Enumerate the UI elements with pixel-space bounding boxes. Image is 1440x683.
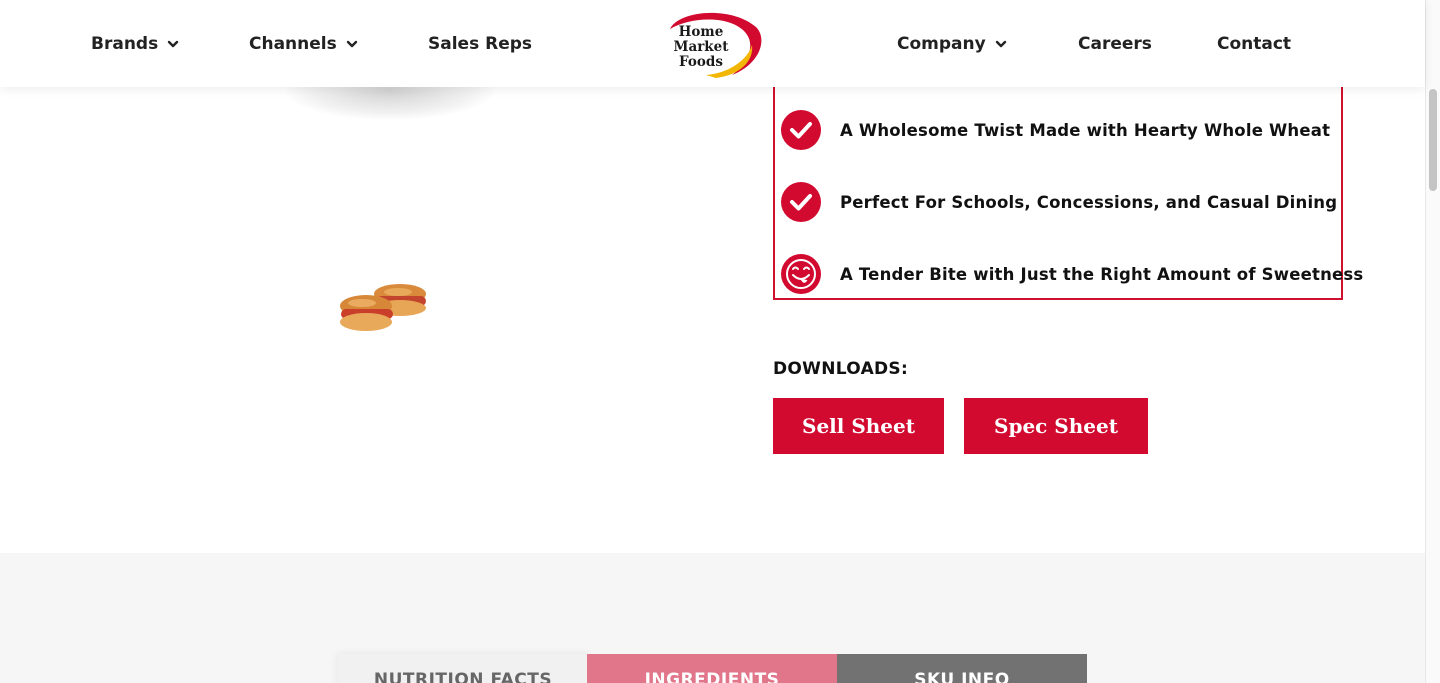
nav-contact[interactable]: Contact [1217,0,1291,87]
nav-company-label: Company [897,33,986,54]
nav-sales-reps[interactable]: Sales Reps [428,0,532,87]
check-circle-icon [780,181,822,223]
scrollbar-thumb[interactable] [1429,89,1437,191]
nav-contact-label: Contact [1217,33,1292,54]
feature-item: A Tender Bite with Just the Right Amount… [780,254,1363,294]
tab-nutrition-facts[interactable]: NUTRITION FACTS [338,654,588,683]
chevron-down-icon [995,38,1007,50]
product-thumbnail-image[interactable] [338,276,432,340]
top-nav: Brands Channels Sales Reps Home Market F… [0,0,1425,87]
sell-sheet-button[interactable]: Sell Sheet [773,398,944,454]
feature-item: A Wholesome Twist Made with Hearty Whole… [780,110,1330,150]
downloads-heading: DOWNLOADS: [773,359,909,379]
smiley-face-icon [780,253,822,295]
tab-ingredients[interactable]: INGREDIENTS [587,654,837,683]
spec-sheet-button[interactable]: Spec Sheet [964,398,1148,454]
nav-channels[interactable]: Channels [249,0,358,87]
feature-item: Perfect For Schools, Concessions, and Ca… [780,182,1337,222]
nav-brands-label: Brands [91,33,159,54]
nav-brands[interactable]: Brands [91,0,179,87]
nav-careers[interactable]: Careers [1078,0,1152,87]
nav-careers-label: Careers [1078,33,1152,54]
feature-text: Perfect For Schools, Concessions, and Ca… [840,192,1338,212]
page-scrollbar[interactable] [1425,0,1440,683]
feature-text: A Wholesome Twist Made with Hearty Whole… [840,120,1331,140]
home-market-foods-logo[interactable]: Home Market Foods [660,9,766,79]
nav-company[interactable]: Company [897,0,1007,87]
tab-sku-info[interactable]: SKU INFO [837,654,1087,683]
nav-sales-reps-label: Sales Reps [428,33,533,54]
chevron-down-icon [346,38,358,50]
chevron-down-icon [167,38,179,50]
nav-channels-label: Channels [249,33,337,54]
check-circle-icon [780,109,822,151]
product-features-box: A Wholesome Twist Made with Hearty Whole… [773,60,1363,300]
feature-text: A Tender Bite with Just the Right Amount… [840,264,1364,284]
logo-wordmark: Home Market Foods [673,24,729,70]
